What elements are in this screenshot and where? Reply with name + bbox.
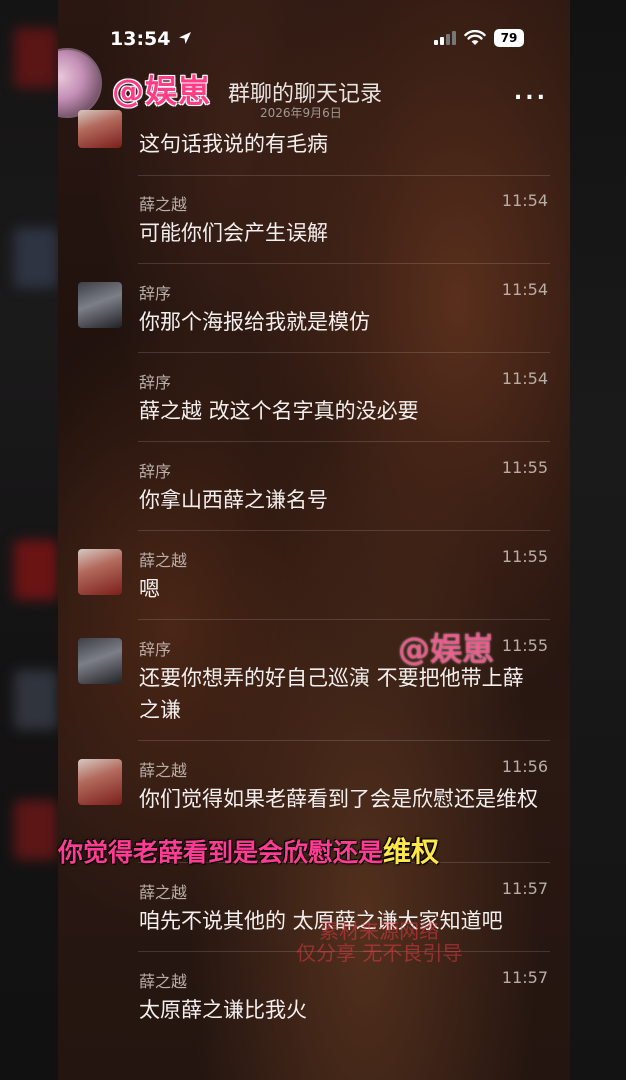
sender-name: 辞序 xyxy=(139,373,172,392)
message-text: 你们觉得如果老薛看到了会是欣慰还是维权 xyxy=(139,787,538,811)
divider xyxy=(138,441,550,442)
status-time: 13:54 xyxy=(110,28,193,50)
divider xyxy=(138,352,550,353)
sender-name: 辞序 xyxy=(139,462,172,481)
message-time: 11:55 xyxy=(501,458,548,477)
sender-name: 薛之越 xyxy=(139,761,188,780)
blurred-thumb xyxy=(14,800,58,860)
message-time: 11:57 xyxy=(501,968,548,987)
list-item: 辞序 11:55 你拿山西薛之谦名号 xyxy=(58,441,570,531)
message-text: 你拿山西薛之谦名号 xyxy=(139,488,328,512)
source-note: 素材来源网络 仅分享 无不良引导 xyxy=(296,920,462,964)
message-text: 可能你们会产生误解 xyxy=(139,221,328,245)
background-right-panel xyxy=(570,0,626,1080)
source-note-line: 仅分享 无不良引导 xyxy=(296,941,463,965)
sender-name: 薛之越 xyxy=(139,972,188,991)
message-time: 11:54 xyxy=(501,369,548,388)
video-caption: 你觉得老薛看到是会欣慰还是维权 xyxy=(58,830,439,870)
blurred-thumb xyxy=(14,228,58,288)
divider xyxy=(138,740,550,741)
message-time: 11:57 xyxy=(501,879,548,898)
divider xyxy=(138,619,550,620)
blurred-thumb xyxy=(14,670,58,730)
caption-highlight: 维权 xyxy=(383,835,440,868)
sender-name: 辞序 xyxy=(139,284,172,303)
avatar[interactable] xyxy=(78,759,122,805)
status-indicators: 79 xyxy=(434,29,524,47)
message-text: 这句话我说的有毛病 xyxy=(139,132,328,156)
message-text: 薛之越 改这个名字真的没必要 xyxy=(139,399,419,423)
background-left-panel xyxy=(0,0,58,1080)
divider xyxy=(138,175,550,176)
phone-screen: 13:54 79 @娱崽 群聊的聊天记录 2026年9月6日 ... 这句话我说… xyxy=(58,0,570,1080)
wifi-icon xyxy=(464,30,486,45)
avatar[interactable] xyxy=(78,549,122,595)
avatar[interactable] xyxy=(78,638,122,684)
message-time: 11:55 xyxy=(501,636,548,655)
message-time: 11:54 xyxy=(501,191,548,210)
message-text: 还要你想弄的好自己巡演 不要把他带上薛之谦 xyxy=(139,666,524,722)
location-arrow-icon xyxy=(179,32,192,44)
sender-name: 薛之越 xyxy=(139,551,188,570)
blurred-thumb xyxy=(14,28,58,88)
list-item: 这句话我说的有毛病 xyxy=(58,96,570,176)
sender-name: 辞序 xyxy=(139,640,172,659)
list-item: 薛之越 11:55 嗯 xyxy=(58,530,570,620)
list-item: 辞序 11:54 薛之越 改这个名字真的没必要 xyxy=(58,352,570,442)
sender-name: 薛之越 xyxy=(139,883,188,902)
battery-icon: 79 xyxy=(494,29,524,47)
signal-icon xyxy=(434,31,456,45)
list-item: 薛之越 11:54 可能你们会产生误解 xyxy=(58,175,570,265)
message-time: 11:55 xyxy=(501,547,548,566)
divider xyxy=(138,263,550,264)
blurred-thumb xyxy=(14,540,58,600)
watermark-text: @娱崽 xyxy=(398,630,495,668)
avatar[interactable] xyxy=(78,110,122,148)
avatar[interactable] xyxy=(78,282,122,328)
divider xyxy=(138,530,550,531)
message-text: 你那个海报给我就是模仿 xyxy=(139,310,370,334)
caption-text: 你觉得老薛看到是会欣慰还是 xyxy=(58,838,384,867)
list-item: 辞序 11:54 你那个海报给我就是模仿 xyxy=(58,263,570,353)
message-text: 嗯 xyxy=(139,577,160,601)
sender-name: 薛之越 xyxy=(139,195,188,214)
message-text: 太原薛之谦比我火 xyxy=(139,998,307,1022)
message-time: 11:56 xyxy=(501,757,548,776)
source-note-line: 素材来源网络 xyxy=(319,919,440,943)
message-time: 11:54 xyxy=(501,280,548,299)
